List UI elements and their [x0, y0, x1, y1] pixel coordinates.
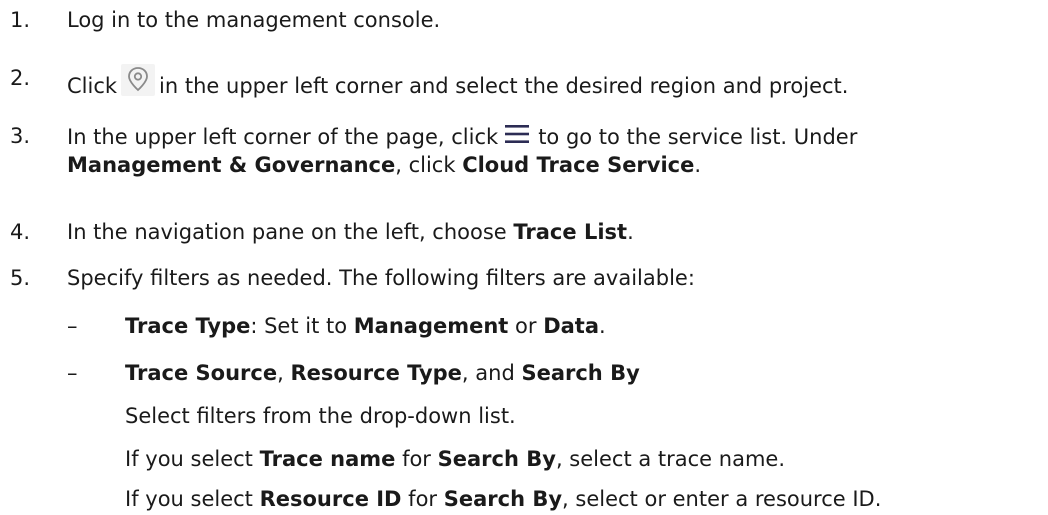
note-text: If you select — [125, 487, 260, 511]
filter-name: Trace Type — [125, 314, 251, 338]
list-dash: – — [67, 361, 78, 385]
filter-name: Search By — [443, 487, 563, 511]
note-text: , select a trace name. — [555, 447, 786, 471]
note-text: , select or enter a resource ID. — [562, 487, 882, 511]
step-text-after: in the upper left corner and select the … — [159, 74, 849, 98]
note-text: for — [401, 487, 444, 511]
step-text: Log in to the management console. — [67, 8, 441, 32]
hamburger-menu-icon — [502, 122, 532, 146]
step-text: Specify filters as needed. The following… — [67, 266, 695, 290]
filter-text-end: . — [599, 314, 606, 338]
step-text-before: In the upper left corner of the page, cl… — [67, 125, 499, 149]
filter-text: Trace Type: Set it to Management or Data… — [125, 312, 1042, 340]
step-text-body: In the navigation pane on the left, choo… — [67, 220, 514, 244]
step-text: In the upper left corner of the page, cl… — [67, 122, 1042, 179]
note-resource-id: If you select Resource ID for Search By,… — [125, 485, 1042, 513]
menu-category-name: Management & Governance — [67, 153, 396, 177]
option-name: Trace name — [259, 447, 396, 471]
filter-name: Trace Source — [125, 361, 278, 385]
step-text: Click in the upper left corner and select… — [67, 64, 1042, 100]
filter-value: Data — [543, 314, 599, 338]
list-dash: – — [67, 314, 78, 338]
service-name: Cloud Trace Service — [462, 153, 695, 177]
filter-name: Search By — [437, 447, 556, 471]
step-number: 5. — [10, 266, 31, 290]
nav-item-name: Trace List — [513, 220, 628, 244]
step-text-mid: , click — [395, 153, 463, 177]
step-text-after: to go to the service list. Under — [538, 125, 858, 149]
note-text: If you select — [125, 447, 260, 471]
option-name: Resource ID — [259, 487, 402, 511]
step-number: 3. — [10, 124, 31, 148]
filter-name: Resource Type — [290, 361, 462, 385]
step-text-before: Click — [67, 74, 118, 98]
step-number: 2. — [10, 66, 31, 90]
filter-text-part: , and — [461, 361, 522, 385]
note-text: for — [395, 447, 438, 471]
note-select-filters: Select filters from the drop-down list. — [125, 404, 516, 428]
filter-text-part: or — [508, 314, 544, 338]
step-text-end: . — [694, 153, 702, 177]
filter-value: Management — [353, 314, 509, 338]
step-text-end: . — [627, 220, 634, 244]
note-trace-name: If you select Trace name for Search By, … — [125, 445, 1042, 473]
filter-text: Trace Source, Resource Type, and Search … — [125, 359, 1042, 387]
location-pin-icon — [121, 64, 156, 96]
filter-text-part: , — [277, 361, 291, 385]
filter-text-part: : Set it to — [250, 314, 354, 338]
step-number: 4. — [10, 220, 31, 244]
step-number: 1. — [10, 8, 31, 32]
step-text: In the navigation pane on the left, choo… — [67, 218, 1042, 246]
filter-name: Search By — [521, 361, 640, 385]
